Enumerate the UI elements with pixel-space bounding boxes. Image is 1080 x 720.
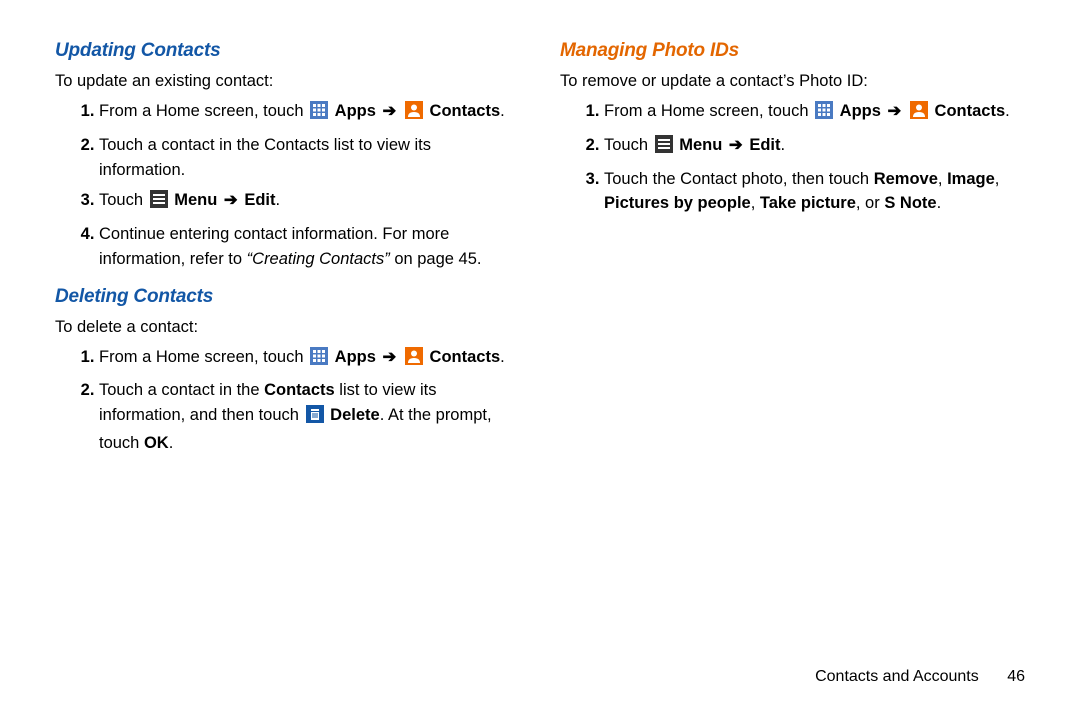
menu-icon <box>150 190 168 216</box>
comma: , <box>995 170 1000 188</box>
managing-step-2: Touch Menu ➔ Edit. <box>604 133 1025 161</box>
delete-icon <box>306 405 324 431</box>
contacts-icon <box>405 101 423 127</box>
updating-step-3: Touch Menu ➔ Edit. <box>99 188 520 216</box>
arrow-icon: ➔ <box>383 102 397 120</box>
arrow-icon: ➔ <box>729 136 743 154</box>
text-fragment: Touch a contact in the <box>99 381 264 399</box>
menu-label: Menu <box>174 191 217 209</box>
period: . <box>500 348 505 366</box>
edit-label: Edit <box>244 191 275 209</box>
text-fragment: From a Home screen, touch <box>99 102 308 120</box>
footer-section: Contacts and Accounts <box>815 668 979 685</box>
arrow-icon: ➔ <box>383 348 397 366</box>
text-bold: Contacts <box>264 381 335 399</box>
heading-updating-contacts: Updating Contacts <box>55 40 520 62</box>
period: . <box>500 102 505 120</box>
text-fragment: Touch <box>604 136 653 154</box>
arrow-icon: ➔ <box>224 191 238 209</box>
page-footer: Contacts and Accounts 46 <box>815 668 1025 686</box>
comma: , <box>938 170 947 188</box>
or: , or <box>856 194 884 212</box>
text-fragment: From a Home screen, touch <box>99 348 308 366</box>
intro-updating: To update an existing contact: <box>55 70 520 93</box>
deleting-step-1: From a Home screen, touch Apps ➔ Contact… <box>99 345 520 373</box>
edit-label: Edit <box>749 136 780 154</box>
reference-link: “Creating Contacts” <box>247 250 390 268</box>
steps-managing: From a Home screen, touch Apps ➔ Contact… <box>560 99 1025 216</box>
ok-label: OK <box>144 434 169 452</box>
period: . <box>937 194 942 212</box>
opt-snote: S Note <box>884 194 936 212</box>
contacts-label: Contacts <box>935 102 1006 120</box>
opt-image: Image <box>947 170 995 188</box>
two-columns: Updating Contacts To update an existing … <box>55 40 1025 470</box>
text-fragment: Touch the Contact photo, then touch <box>604 170 874 188</box>
period: . <box>781 136 786 154</box>
contacts-icon <box>405 347 423 373</box>
managing-step-3: Touch the Contact photo, then touch Remo… <box>604 167 1025 217</box>
updating-step-2: Touch a contact in the Contacts list to … <box>99 133 520 183</box>
managing-step-1: From a Home screen, touch Apps ➔ Contact… <box>604 99 1025 127</box>
period: . <box>1005 102 1010 120</box>
menu-label: Menu <box>679 136 722 154</box>
apps-label: Apps <box>335 348 376 366</box>
comma: , <box>751 194 760 212</box>
heading-deleting-contacts: Deleting Contacts <box>55 286 520 308</box>
period: . <box>169 434 174 452</box>
footer-page-number: 46 <box>1007 668 1025 685</box>
text-fragment: From a Home screen, touch <box>604 102 813 120</box>
apps-label: Apps <box>840 102 881 120</box>
page-root: Updating Contacts To update an existing … <box>0 0 1080 720</box>
intro-deleting: To delete a contact: <box>55 316 520 339</box>
contacts-label: Contacts <box>430 102 501 120</box>
delete-label: Delete <box>330 406 380 424</box>
right-column: Managing Photo IDs To remove or update a… <box>560 40 1025 470</box>
left-column: Updating Contacts To update an existing … <box>55 40 520 470</box>
updating-step-1: From a Home screen, touch Apps ➔ Contact… <box>99 99 520 127</box>
arrow-icon: ➔ <box>888 102 902 120</box>
apps-label: Apps <box>335 102 376 120</box>
contacts-icon <box>910 101 928 127</box>
opt-pictures: Pictures by people <box>604 194 751 212</box>
apps-icon <box>310 101 328 127</box>
period: . <box>276 191 281 209</box>
deleting-step-2: Touch a contact in the Contacts list to … <box>99 378 520 455</box>
heading-managing-photo-ids: Managing Photo IDs <box>560 40 1025 62</box>
menu-icon <box>655 135 673 161</box>
apps-icon <box>310 347 328 373</box>
steps-deleting: From a Home screen, touch Apps ➔ Contact… <box>55 345 520 456</box>
opt-remove: Remove <box>874 170 938 188</box>
text-fragment: Touch <box>99 191 148 209</box>
intro-managing: To remove or update a contact’s Photo ID… <box>560 70 1025 93</box>
steps-updating: From a Home screen, touch Apps ➔ Contact… <box>55 99 520 272</box>
apps-icon <box>815 101 833 127</box>
opt-take-picture: Take picture <box>760 194 856 212</box>
updating-step-4: Continue entering contact information. F… <box>99 222 520 272</box>
text-fragment: on page 45. <box>394 250 481 268</box>
contacts-label: Contacts <box>430 348 501 366</box>
